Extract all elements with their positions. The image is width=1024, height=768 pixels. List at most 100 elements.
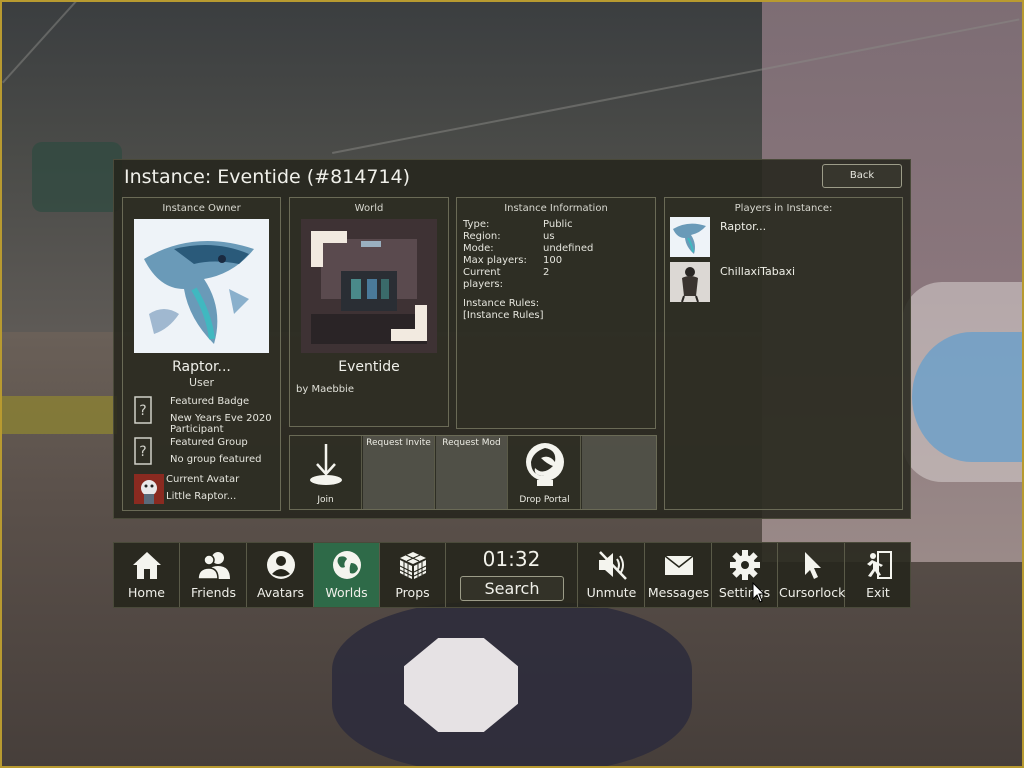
player-avatar [670, 262, 710, 302]
home-label: Home [128, 585, 165, 600]
question-badge-icon: ? [134, 396, 152, 424]
info-row-type: Type: Public [463, 219, 593, 231]
drop-portal-button[interactable]: Drop Portal [509, 436, 581, 509]
background-object [2, 396, 117, 434]
world-header: World [354, 203, 384, 214]
featured-badge: ? Featured Badge New Years Eve 2020 Part… [134, 396, 279, 435]
owner-name: Raptor... [172, 359, 231, 375]
info-key: Mode: [463, 243, 494, 254]
info-value: 2 [543, 267, 550, 278]
info-row-mode: Mode: undefined [463, 243, 593, 255]
current-avatar-thumbnail [134, 474, 164, 504]
home-icon [133, 552, 161, 579]
settings-button[interactable]: Settings [712, 543, 778, 607]
cube-icon [399, 552, 427, 579]
players-card: Players in Instance: Raptor... ChillaxiT… [664, 197, 903, 510]
search-button[interactable]: Search [460, 576, 564, 601]
unmute-label: Unmute [586, 585, 637, 600]
svg-text:?: ? [139, 444, 146, 460]
world-thumbnail[interactable] [301, 219, 437, 353]
owner-profile-image[interactable] [134, 219, 269, 353]
featured-group-value: No group featured [170, 454, 262, 465]
info-key: Current players: [463, 267, 504, 290]
instance-panel: Instance: Eventide (#814714) Back Instan… [113, 159, 911, 519]
home-button[interactable]: Home [114, 543, 180, 607]
settings-label: Settings [718, 585, 771, 600]
pointer-icon [805, 552, 821, 579]
featured-badge-label: Featured Badge [170, 396, 250, 407]
portal-icon [526, 443, 564, 486]
player-name: Raptor... [720, 220, 767, 233]
worlds-label: Worlds [325, 585, 368, 600]
join-button[interactable]: Join [290, 436, 362, 509]
svg-text:?: ? [139, 403, 146, 419]
question-group-icon: ? [134, 437, 152, 465]
current-avatar-label: Current Avatar [166, 474, 240, 485]
request-invite-label: Request Invite [366, 438, 431, 448]
messages-button[interactable]: Messages [646, 543, 712, 607]
props-label: Props [395, 585, 430, 600]
main-menu-bar: Home Friends Avatars Worlds Props 01:32 … [113, 542, 911, 608]
exit-door-icon [867, 551, 892, 579]
gear-icon [730, 550, 760, 580]
background-object [912, 332, 1022, 462]
messages-label: Messages [647, 585, 710, 600]
instance-rules-value: [Instance Rules] [463, 310, 544, 321]
owner-header: Instance Owner [162, 203, 241, 214]
info-value: us [543, 231, 555, 242]
info-header: Instance Information [504, 203, 608, 214]
players-header: Players in Instance: [734, 203, 833, 214]
back-button[interactable]: Back [822, 164, 902, 188]
world-name: Eventide [338, 359, 400, 375]
clock-search-group: 01:32 Search [446, 543, 578, 607]
avatars-label: Avatars [256, 585, 305, 600]
cursorlock-button[interactable]: Cursorlock [779, 543, 845, 607]
player-avatar [670, 217, 710, 257]
instance-info-card: Instance Information Type: Public Region… [456, 197, 656, 429]
info-row-current-players: Current players: 2 [463, 267, 593, 291]
info-value: 100 [543, 255, 563, 266]
info-value: undefined [543, 243, 594, 254]
props-button[interactable]: Props [380, 543, 446, 607]
info-key: Type: [463, 219, 490, 230]
player-item[interactable]: ChillaxiTabaxi [670, 262, 895, 302]
instance-rules-label: Instance Rules: [463, 298, 540, 309]
download-join-icon [310, 444, 342, 485]
instance-owner-card: Instance Owner Raptor... User ? Featured… [122, 197, 281, 511]
player-item[interactable]: Raptor... [670, 217, 895, 257]
featured-badge-value: New Years Eve 2020 Participant [170, 413, 272, 435]
featured-group-label: Featured Group [170, 437, 248, 448]
globe-icon [333, 551, 361, 579]
exit-label: Exit [866, 585, 890, 600]
avatars-button[interactable]: Avatars [248, 543, 314, 607]
empty-action-slot [582, 436, 656, 509]
muted-speaker-icon [599, 551, 627, 580]
info-value: Public [543, 219, 573, 230]
info-row-region: Region: us [463, 231, 593, 243]
request-mod-label: Request Mod [442, 438, 501, 448]
envelope-icon [664, 555, 694, 575]
friends-icon [198, 552, 230, 580]
instance-rules: Instance Rules: [Instance Rules] [463, 298, 544, 322]
exit-button[interactable]: Exit [845, 543, 911, 607]
world-author: by Maebbie [296, 384, 354, 395]
panel-title: Instance: Eventide (#814714) [124, 166, 411, 188]
featured-group: ? Featured Group No group featured [134, 437, 279, 467]
current-avatar[interactable]: Current Avatar Little Raptor... [134, 474, 279, 506]
mouse-cursor-icon [752, 582, 766, 603]
info-key: Region: [463, 231, 501, 242]
info-key: Max players: [463, 255, 527, 266]
background-object [32, 142, 122, 212]
owner-role: User [188, 376, 215, 389]
avatar-icon [267, 551, 295, 579]
instance-actions: Join Request Invite Request Mod Drop Por… [289, 435, 657, 510]
friends-button[interactable]: Friends [181, 543, 247, 607]
clock: 01:32 [482, 547, 541, 571]
worlds-button[interactable]: Worlds [314, 543, 380, 607]
request-invite-button[interactable]: Request Invite [363, 436, 435, 509]
unmute-button[interactable]: Unmute [579, 543, 645, 607]
drop-portal-label: Drop Portal [519, 495, 570, 505]
friends-label: Friends [191, 585, 236, 600]
cursorlock-label: Cursorlock [779, 585, 846, 600]
request-mod-button[interactable]: Request Mod [436, 436, 508, 509]
